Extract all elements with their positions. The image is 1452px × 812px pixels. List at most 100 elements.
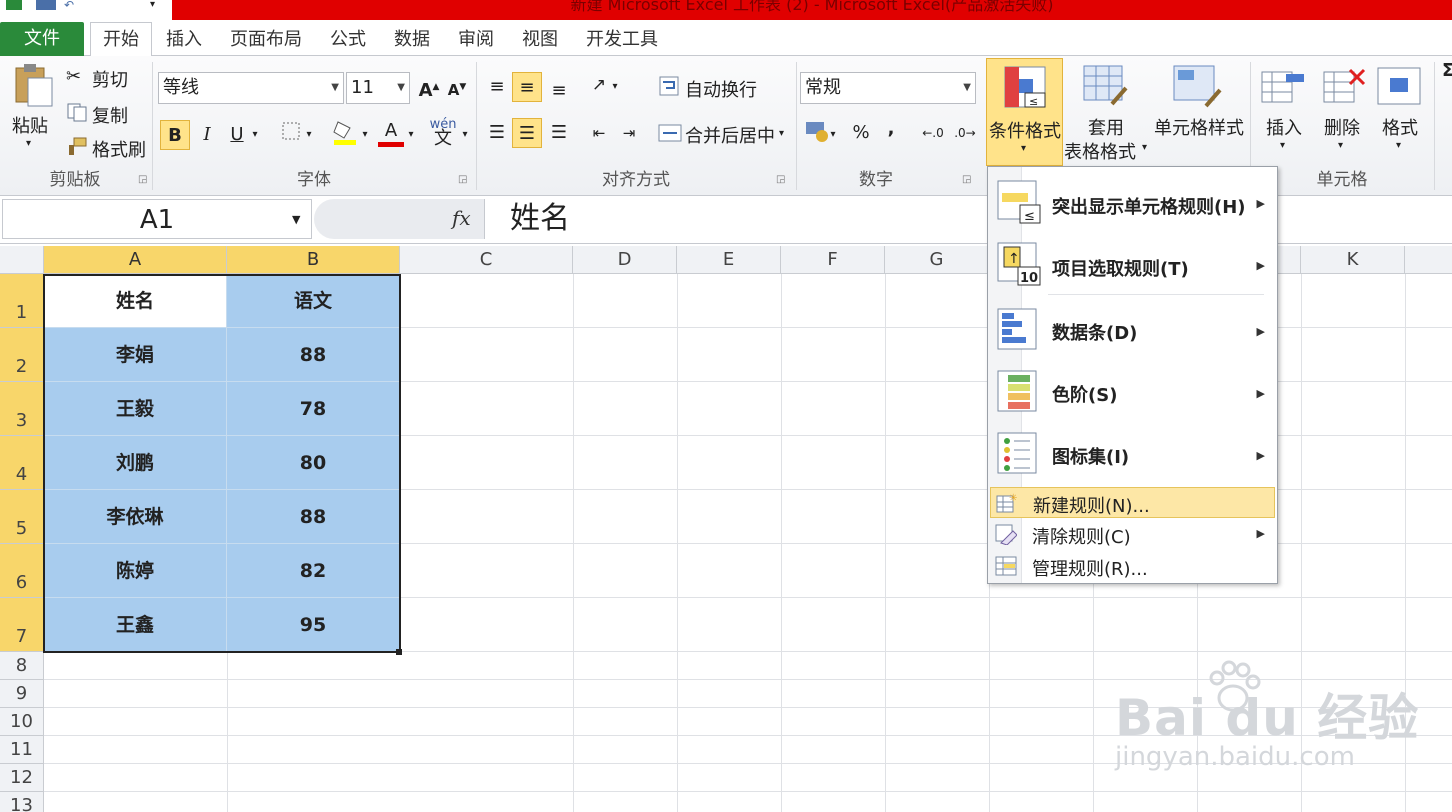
row-header-4[interactable]: 4 bbox=[0, 436, 44, 490]
increase-decimal-icon[interactable]: ←.0 bbox=[918, 118, 948, 148]
decrease-indent-icon[interactable]: ⇤ bbox=[584, 118, 614, 148]
row-header-9[interactable]: 9 bbox=[0, 680, 44, 708]
menu-item-color-scales[interactable]: 色阶(S) ▶ bbox=[990, 363, 1275, 423]
font-name-select[interactable]: 等线 ▼ bbox=[158, 72, 344, 104]
sum-icon[interactable]: Σ bbox=[1442, 60, 1452, 81]
italic-button[interactable]: I bbox=[192, 120, 222, 150]
tab-insert[interactable]: 插入 bbox=[160, 25, 208, 55]
delete-dropdown-icon[interactable]: ▾ bbox=[1338, 140, 1343, 151]
column-header-k[interactable]: K bbox=[1301, 246, 1405, 274]
row-header-10[interactable]: 10 bbox=[0, 708, 44, 736]
font-dialog-launcher-icon[interactable]: ◲ bbox=[458, 174, 467, 185]
menu-item-new-rule[interactable]: ✳ 新建规则(N)... bbox=[990, 487, 1275, 518]
clipboard-dialog-launcher-icon[interactable]: ◲ bbox=[138, 174, 147, 185]
format-cells-icon[interactable] bbox=[1376, 64, 1424, 108]
align-top-icon[interactable]: ≡ bbox=[482, 72, 512, 102]
name-box[interactable]: A1 bbox=[2, 199, 312, 239]
column-header-g[interactable]: G bbox=[885, 246, 989, 274]
row-header-11[interactable]: 11 bbox=[0, 736, 44, 764]
tab-page-layout[interactable]: 页面布局 bbox=[226, 25, 306, 55]
format-as-table-label-2[interactable]: 表格格式 bbox=[1064, 138, 1136, 164]
fill-color-dropdown-icon[interactable]: ▾ bbox=[358, 120, 372, 150]
cell-styles-icon[interactable] bbox=[1172, 64, 1224, 110]
tab-home[interactable]: 开始 bbox=[90, 22, 152, 58]
merge-dropdown-icon[interactable]: ▾ bbox=[779, 128, 784, 139]
font-color-dropdown-icon[interactable]: ▾ bbox=[404, 120, 418, 150]
row-header-3[interactable]: 3 bbox=[0, 382, 44, 436]
format-as-table-label-1[interactable]: 套用 bbox=[1088, 114, 1124, 140]
format-dropdown-icon[interactable]: ▾ bbox=[1396, 140, 1401, 151]
tab-view[interactable]: 视图 bbox=[516, 25, 564, 55]
comma-style-button[interactable]: , bbox=[876, 114, 906, 144]
insert-dropdown-icon[interactable]: ▾ bbox=[1280, 140, 1285, 151]
copy-button[interactable]: 复制 bbox=[92, 102, 128, 128]
tab-review[interactable]: 审阅 bbox=[452, 25, 500, 55]
format-painter-button[interactable]: 格式刷 bbox=[92, 136, 146, 162]
paste-button[interactable]: 粘贴 bbox=[12, 112, 48, 138]
format-cells-button[interactable]: 格式 bbox=[1382, 114, 1418, 140]
column-header-c[interactable]: C bbox=[400, 246, 573, 274]
merge-center-button[interactable]: 合并后居中 bbox=[685, 122, 775, 148]
menu-item-manage-rules[interactable]: 管理规则(R)... bbox=[990, 551, 1275, 582]
column-header-f[interactable]: F bbox=[781, 246, 885, 274]
alignment-dialog-launcher-icon[interactable]: ◲ bbox=[776, 174, 785, 185]
paste-dropdown-icon[interactable]: ▾ bbox=[26, 138, 31, 149]
row-header-2[interactable]: 2 bbox=[0, 328, 44, 382]
increase-indent-icon[interactable]: ⇥ bbox=[614, 118, 644, 148]
align-left-icon[interactable]: ☰ bbox=[482, 118, 512, 148]
undo-icon[interactable]: ↶ bbox=[64, 0, 104, 11]
format-as-table-icon[interactable] bbox=[1082, 64, 1130, 110]
decrease-decimal-icon[interactable]: .0→ bbox=[950, 118, 980, 148]
format-as-table-dropdown-icon[interactable]: ▾ bbox=[1142, 142, 1147, 153]
row-header-1[interactable]: 1 bbox=[0, 274, 44, 328]
delete-cells-icon[interactable] bbox=[1320, 64, 1368, 108]
format-painter-icon[interactable] bbox=[66, 136, 88, 156]
accounting-dropdown-icon[interactable]: ▾ bbox=[826, 120, 840, 150]
menu-item-top-bottom-rules[interactable]: ↑ 10 项目选取规则(T) ▶ bbox=[990, 235, 1275, 295]
font-color-icon[interactable]: A bbox=[376, 116, 406, 147]
column-header-d[interactable]: D bbox=[573, 246, 677, 274]
number-dialog-launcher-icon[interactable]: ◲ bbox=[962, 174, 971, 185]
shrink-font-icon[interactable]: A▼ bbox=[442, 72, 472, 102]
row-header-7[interactable]: 7 bbox=[0, 598, 44, 652]
number-format-select[interactable]: 常规 ▼ bbox=[800, 72, 976, 104]
align-right-icon[interactable]: ☰ bbox=[544, 118, 574, 148]
row-header-6[interactable]: 6 bbox=[0, 544, 44, 598]
orientation-dropdown-icon[interactable]: ▾ bbox=[608, 72, 622, 102]
name-box-dropdown-icon[interactable]: ▼ bbox=[292, 213, 300, 226]
insert-function-button[interactable]: fx bbox=[452, 206, 471, 230]
tab-developer[interactable]: 开发工具 bbox=[582, 25, 662, 55]
tab-formulas[interactable]: 公式 bbox=[324, 25, 372, 55]
bold-button[interactable]: B bbox=[160, 120, 190, 150]
column-header-a[interactable]: A bbox=[44, 246, 227, 274]
insert-cells-button[interactable]: 插入 bbox=[1266, 114, 1302, 140]
conditional-formatting-button[interactable]: ≤ 条件格式 ▾ bbox=[986, 58, 1063, 166]
menu-item-highlight-rules[interactable]: ≤ 突出显示单元格规则(H) ▶ bbox=[990, 173, 1275, 233]
delete-cells-button[interactable]: 删除 bbox=[1324, 114, 1360, 140]
cut-button[interactable]: 剪切 bbox=[92, 66, 128, 92]
insert-cells-icon[interactable] bbox=[1260, 64, 1308, 108]
select-all-corner[interactable] bbox=[0, 246, 44, 274]
align-bottom-icon[interactable]: ≡ bbox=[544, 76, 574, 106]
fill-handle[interactable] bbox=[396, 649, 402, 655]
row-header-5[interactable]: 5 bbox=[0, 490, 44, 544]
column-header-e[interactable]: E bbox=[677, 246, 781, 274]
column-header-b[interactable]: B bbox=[227, 246, 400, 274]
wrap-text-button[interactable]: 自动换行 bbox=[685, 76, 757, 102]
paste-icon[interactable] bbox=[12, 62, 54, 108]
column-header-l[interactable] bbox=[1405, 246, 1452, 274]
menu-item-data-bars[interactable]: 数据条(D) ▶ bbox=[990, 301, 1275, 361]
align-middle-icon[interactable]: ≡ bbox=[512, 72, 542, 102]
row-header-8[interactable]: 8 bbox=[0, 652, 44, 680]
menu-item-clear-rules[interactable]: 清除规则(C) ▶ bbox=[990, 519, 1275, 550]
percent-button[interactable]: % bbox=[846, 118, 876, 148]
save-icon[interactable] bbox=[36, 0, 56, 10]
row-header-13[interactable]: 13 bbox=[0, 792, 44, 812]
tab-file[interactable]: 文件 bbox=[0, 22, 84, 56]
fill-color-icon[interactable] bbox=[330, 118, 360, 148]
font-size-select[interactable]: 11 ▼ bbox=[346, 72, 410, 104]
cut-icon[interactable]: ✂ bbox=[66, 66, 81, 87]
copy-icon[interactable] bbox=[66, 102, 88, 122]
underline-dropdown-icon[interactable]: ▾ bbox=[248, 120, 262, 150]
wrap-text-icon[interactable] bbox=[658, 74, 682, 98]
